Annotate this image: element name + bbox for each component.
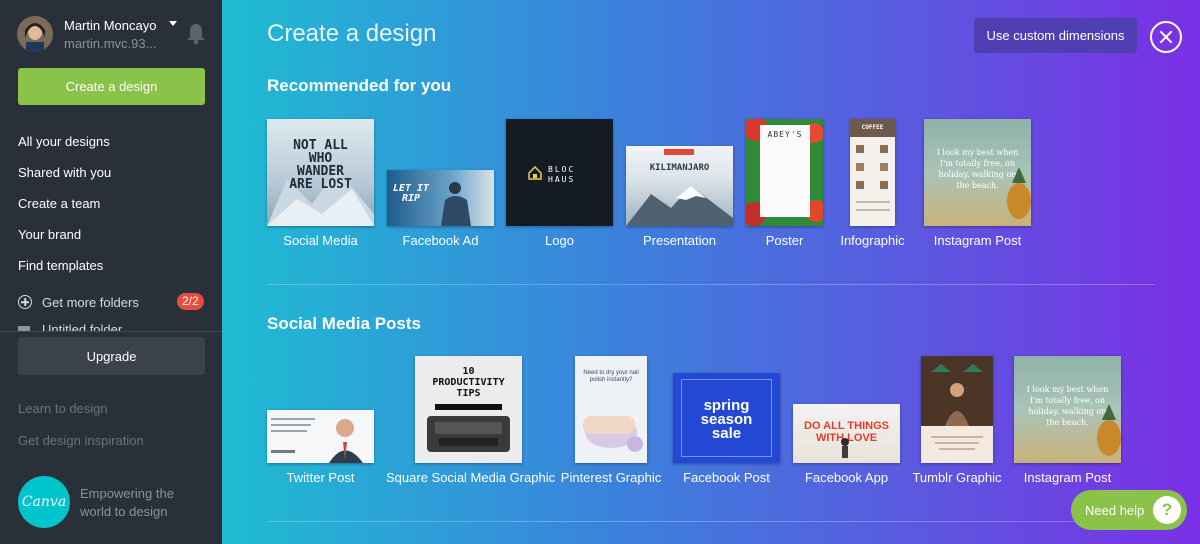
folders-count-badge: 2/2 [177, 293, 204, 310]
cafe-image [921, 356, 993, 463]
card-label: Poster [765, 233, 804, 248]
need-help-button[interactable]: Need help ? [1071, 490, 1187, 530]
card-label: Facebook Post [683, 470, 770, 485]
user-name[interactable]: Martin Moncayo [64, 18, 156, 33]
sidebar-item-your-brand[interactable]: Your brand [18, 219, 208, 250]
section-divider [267, 521, 1155, 522]
thumbnail: ABEY'S [746, 119, 823, 226]
card-label: Infographic [840, 233, 905, 248]
page-title: Create a design [267, 20, 437, 47]
beach-image [841, 438, 849, 458]
thumb-text: BLOC HAUS [548, 165, 576, 184]
section-divider [267, 284, 1155, 285]
card-label: Pinterest Graphic [560, 470, 662, 485]
card-label: Social Media [283, 233, 358, 248]
thumbnail: COFFEE [850, 119, 895, 226]
card-label: Twitter Post [286, 470, 355, 485]
sidebar-nav: All your designs Shared with you Create … [18, 126, 208, 281]
custom-dimensions-button[interactable]: Use custom dimensions [974, 18, 1137, 53]
card-label: Logo [545, 233, 574, 248]
thumbnail: NOT ALL WHO WANDER ARE LOST [267, 119, 374, 226]
pineapple-image [1007, 167, 1031, 219]
get-more-folders-label: Get more folders [42, 294, 139, 310]
thumbnail: I look my best when I'm totally free, on… [924, 119, 1031, 226]
plus-circle-icon [18, 295, 32, 309]
thumb-text: spring season sale [700, 397, 753, 442]
house-icon [528, 166, 542, 180]
thumbnail: KILIMANJARO [626, 146, 733, 226]
thumbnail: DO ALL THINGS WITH LOVE [793, 404, 900, 463]
coffee-cups-image [856, 145, 890, 211]
sidebar-item-find-templates[interactable]: Find templates [18, 250, 208, 281]
sidebar: Martin Moncayo martin.mvc.93... Create a… [0, 0, 222, 544]
section-title-social-posts: Social Media Posts [267, 314, 421, 333]
card-label: Tumblr Graphic [912, 470, 1002, 485]
upgrade-button[interactable]: Upgrade [18, 337, 205, 375]
card-label: Instagram Post [1023, 470, 1112, 485]
sidebar-item-create-team[interactable]: Create a team [18, 188, 208, 219]
typewriter-image [427, 404, 510, 452]
thumb-text: NOT ALL WHO WANDER ARE LOST [289, 138, 352, 192]
folder-label: Untitled folder [42, 322, 123, 331]
pineapple-image [1097, 404, 1121, 456]
user-email: martin.mvc.93... [64, 36, 157, 51]
thumbnail: Need to dry your nail polish instantly? [575, 356, 647, 463]
avatar-image [17, 16, 53, 52]
thumb-text: ABEY'S [767, 130, 803, 139]
need-help-label: Need help [1085, 502, 1145, 518]
main-panel: Create a design Use custom dimensions Re… [222, 0, 1200, 544]
learn-to-design-link[interactable]: Learn to design [18, 401, 108, 416]
tagline: Empowering the world to design [80, 486, 174, 519]
card-label: Facebook App [804, 470, 889, 485]
card-label: Instagram Post [933, 233, 1022, 248]
create-design-button[interactable]: Create a design [18, 68, 205, 105]
user-menu[interactable]: Martin Moncayo martin.mvc.93... [17, 16, 207, 56]
close-icon[interactable] [1150, 21, 1182, 53]
canva-logo[interactable]: Canva [18, 476, 70, 528]
thumbnail: 10 PRODUCTIVITY TIPS [415, 356, 522, 463]
bell-icon[interactable] [185, 21, 207, 45]
thumbnail [267, 410, 374, 463]
nail-polish-image [583, 416, 643, 452]
thumbnail: BLOC HAUS [506, 119, 613, 226]
sidebar-item-shared[interactable]: Shared with you [18, 157, 208, 188]
question-icon: ? [1153, 496, 1181, 524]
card-label: Presentation [643, 233, 716, 248]
design-inspiration-link[interactable]: Get design inspiration [18, 433, 144, 448]
avatar[interactable] [17, 16, 53, 52]
person-image [441, 182, 471, 226]
thumbnail: I look my best when I'm totally free, on… [1014, 356, 1121, 463]
card-label: Facebook Ad [402, 233, 479, 248]
section-title-recommended: Recommended for you [267, 76, 452, 95]
mountain-image [626, 186, 733, 226]
thumbnail [921, 356, 993, 463]
card-label: Square Social Media Graphic [386, 470, 556, 485]
chevron-down-icon[interactable] [169, 21, 177, 26]
thumbnail: LET IT RIP [387, 170, 494, 226]
get-more-folders[interactable]: Get more folders 2/2 [18, 292, 208, 312]
folder-item-untitled[interactable]: Untitled folder [18, 322, 208, 331]
sidebar-item-all-designs[interactable]: All your designs [18, 126, 208, 157]
thumbnail: spring season sale [673, 373, 780, 463]
businessman-image [271, 418, 363, 463]
divider [0, 331, 222, 332]
